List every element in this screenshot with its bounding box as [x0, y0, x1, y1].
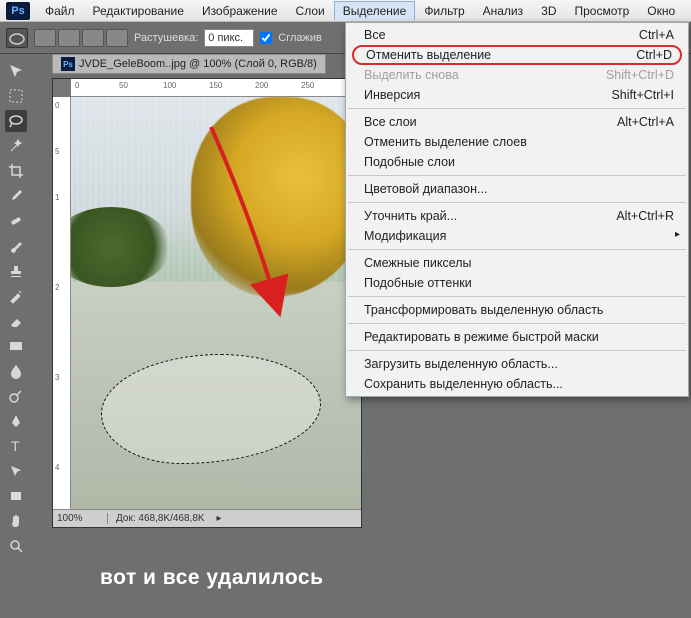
menu-analysis[interactable]: Анализ [474, 1, 533, 21]
tool-pen[interactable] [5, 410, 27, 432]
menu-item-22[interactable]: Сохранить выделенную область... [346, 374, 688, 394]
menubar: Ps Файл Редактирование Изображение Слои … [0, 0, 691, 22]
selection-mode-group [34, 29, 128, 47]
tool-lasso[interactable] [5, 110, 27, 132]
selection-new-icon[interactable] [34, 29, 56, 47]
menu-edit[interactable]: Редактирование [84, 1, 193, 21]
ruler-vertical: 0 5 1 2 3 4 [53, 97, 71, 509]
tool-history-brush[interactable] [5, 285, 27, 307]
menu-view[interactable]: Просмотр [565, 1, 638, 21]
document-tab[interactable]: Ps JVDE_GeleBoom..jpg @ 100% (Слой 0, RG… [52, 54, 326, 74]
tool-dodge[interactable] [5, 385, 27, 407]
tool-stamp[interactable] [5, 260, 27, 282]
ps-logo: Ps [6, 2, 30, 20]
status-bar: 100% Док: 468,8K/468,8K ▸ [53, 509, 361, 527]
tool-preset-icon[interactable] [6, 28, 28, 48]
annotation-caption: вот и все удалилось [100, 566, 324, 590]
menu-select[interactable]: Выделение [334, 1, 416, 20]
tool-marquee[interactable] [5, 85, 27, 107]
menu-item-1[interactable]: Отменить выделениеCtrl+D [352, 45, 682, 65]
menu-file[interactable]: Файл [36, 1, 84, 21]
feather-input[interactable] [204, 29, 254, 47]
menu-item-0[interactable]: ВсеCtrl+A [346, 25, 688, 45]
menu-item-15[interactable]: Подобные оттенки [346, 273, 688, 293]
tool-eyedropper[interactable] [5, 185, 27, 207]
ruler-horizontal: 0 50 100 150 200 250 300 [71, 79, 361, 97]
zoom-level[interactable]: 100% [53, 513, 108, 524]
menu-item-2: Выделить сноваShift+Ctrl+D [346, 65, 688, 85]
canvas-window: 0 50 100 150 200 250 300 0 5 1 2 3 4 [52, 78, 362, 528]
menu-item-12[interactable]: Модификация [346, 226, 688, 246]
menu-item-9[interactable]: Цветовой диапазон... [346, 179, 688, 199]
tool-wand[interactable] [5, 135, 27, 157]
tool-healing[interactable] [5, 210, 27, 232]
tool-hand[interactable] [5, 510, 27, 532]
menu-layers[interactable]: Слои [287, 1, 334, 21]
antialias-checkbox[interactable] [260, 32, 272, 44]
toolbar: T [0, 54, 32, 618]
tool-path-select[interactable] [5, 460, 27, 482]
tab-ps-icon: Ps [61, 57, 75, 71]
selection-add-icon[interactable] [58, 29, 80, 47]
canvas-image[interactable] [71, 97, 361, 509]
menu-item-7[interactable]: Подобные слои [346, 152, 688, 172]
menu-item-21[interactable]: Загрузить выделенную область... [346, 354, 688, 374]
tool-gradient[interactable] [5, 335, 27, 357]
menu-filter[interactable]: Фильтр [415, 1, 473, 21]
document-tab-title: JVDE_GeleBoom..jpg @ 100% (Слой 0, RGB/8… [79, 58, 317, 70]
tool-type[interactable]: T [5, 435, 27, 457]
menu-image[interactable]: Изображение [193, 1, 287, 21]
tool-zoom[interactable] [5, 535, 27, 557]
feather-label: Растушевка: [134, 32, 198, 44]
menu-item-6[interactable]: Отменить выделение слоев [346, 132, 688, 152]
tool-rectangle[interactable] [5, 485, 27, 507]
selection-intersect-icon[interactable] [106, 29, 128, 47]
tool-move[interactable] [5, 60, 27, 82]
menu-item-19[interactable]: Редактировать в режиме быстрой маски [346, 327, 688, 347]
tool-crop[interactable] [5, 160, 27, 182]
menu-item-14[interactable]: Смежные пикселы [346, 253, 688, 273]
selection-subtract-icon[interactable] [82, 29, 104, 47]
tool-eraser[interactable] [5, 310, 27, 332]
doc-size-info: Док: 468,8K/468,8K [108, 513, 213, 524]
menu-item-5[interactable]: Все слоиAlt+Ctrl+A [346, 112, 688, 132]
tool-blur[interactable] [5, 360, 27, 382]
antialias-label: Сглажив [278, 32, 322, 44]
menu-window[interactable]: Окно [638, 1, 684, 21]
menu-3d[interactable]: 3D [532, 1, 565, 21]
menu-item-11[interactable]: Уточнить край...Alt+Ctrl+R [346, 206, 688, 226]
tool-brush[interactable] [5, 235, 27, 257]
select-menu-dropdown: ВсеCtrl+AОтменить выделениеCtrl+DВыделит… [345, 22, 689, 397]
svg-text:T: T [11, 438, 20, 454]
menu-item-3[interactable]: ИнверсияShift+Ctrl+I [346, 85, 688, 105]
menu-item-17[interactable]: Трансформировать выделенную область [346, 300, 688, 320]
status-arrow-icon[interactable]: ▸ [217, 513, 222, 524]
